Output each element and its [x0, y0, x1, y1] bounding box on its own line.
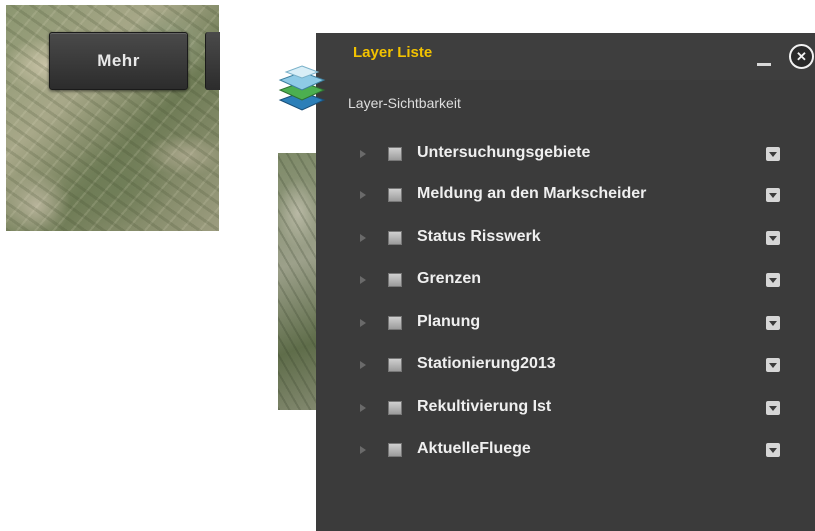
expand-arrow-icon[interactable] [360, 191, 366, 199]
toolbar-button-partial[interactable] [205, 32, 220, 90]
layer-label: Rekultivierung Ist [417, 398, 552, 415]
layer-checkbox[interactable] [388, 401, 402, 415]
minimize-icon[interactable] [757, 63, 771, 66]
dropdown-icon[interactable] [766, 316, 780, 330]
layer-checkbox[interactable] [388, 231, 402, 245]
layer-row-planung[interactable]: Planung [316, 308, 815, 338]
layer-checkbox[interactable] [388, 188, 402, 202]
panel-title: Layer Liste [353, 44, 433, 61]
layer-checkbox[interactable] [388, 147, 402, 161]
layer-list-panel: Layer Liste ✕ Layer-Sichtbarkeit Untersu… [316, 33, 815, 531]
expand-arrow-icon[interactable] [360, 319, 366, 327]
expand-arrow-icon[interactable] [360, 361, 366, 369]
more-button[interactable]: Mehr [49, 32, 188, 90]
layer-stack-icon [278, 65, 326, 111]
layer-label: AktuelleFluege [417, 440, 531, 457]
dropdown-icon[interactable] [766, 401, 780, 415]
expand-arrow-icon[interactable] [360, 276, 366, 284]
layer-label: Untersuchungsgebiete [417, 144, 591, 161]
layer-label: Meldung an den Markscheider [417, 185, 647, 202]
layer-checkbox[interactable] [388, 273, 402, 287]
layer-row-untersuchungsgebiete[interactable]: Untersuchungsgebiete [316, 139, 815, 169]
layer-row-status-risswerk[interactable]: Status Risswerk [316, 223, 815, 253]
layer-label: Stationierung2013 [417, 355, 556, 372]
layer-visibility-label: Layer-Sichtbarkeit [348, 95, 461, 111]
dropdown-icon[interactable] [766, 188, 780, 202]
layer-row-stationierung2013[interactable]: Stationierung2013 [316, 350, 815, 380]
layer-row-rekultivierung-ist[interactable]: Rekultivierung Ist [316, 393, 815, 423]
dropdown-icon[interactable] [766, 358, 780, 372]
expand-arrow-icon[interactable] [360, 150, 366, 158]
layer-label: Planung [417, 313, 481, 330]
layer-checkbox[interactable] [388, 316, 402, 330]
dropdown-icon[interactable] [766, 231, 780, 245]
expand-arrow-icon[interactable] [360, 234, 366, 242]
dropdown-icon[interactable] [766, 443, 780, 457]
layer-row-grenzen[interactable]: Grenzen [316, 265, 815, 295]
expand-arrow-icon[interactable] [360, 404, 366, 412]
layer-checkbox[interactable] [388, 443, 402, 457]
layer-checkbox[interactable] [388, 358, 402, 372]
layer-label: Grenzen [417, 270, 482, 287]
layer-label: Status Risswerk [417, 228, 541, 245]
close-icon[interactable]: ✕ [789, 44, 814, 69]
layer-row-aktuellefluege[interactable]: AktuelleFluege [316, 435, 815, 465]
expand-arrow-icon[interactable] [360, 446, 366, 454]
layer-row-meldung[interactable]: Meldung an den Markscheider [316, 180, 815, 210]
dropdown-icon[interactable] [766, 147, 780, 161]
dropdown-icon[interactable] [766, 273, 780, 287]
panel-header: Layer Liste ✕ [316, 33, 815, 80]
